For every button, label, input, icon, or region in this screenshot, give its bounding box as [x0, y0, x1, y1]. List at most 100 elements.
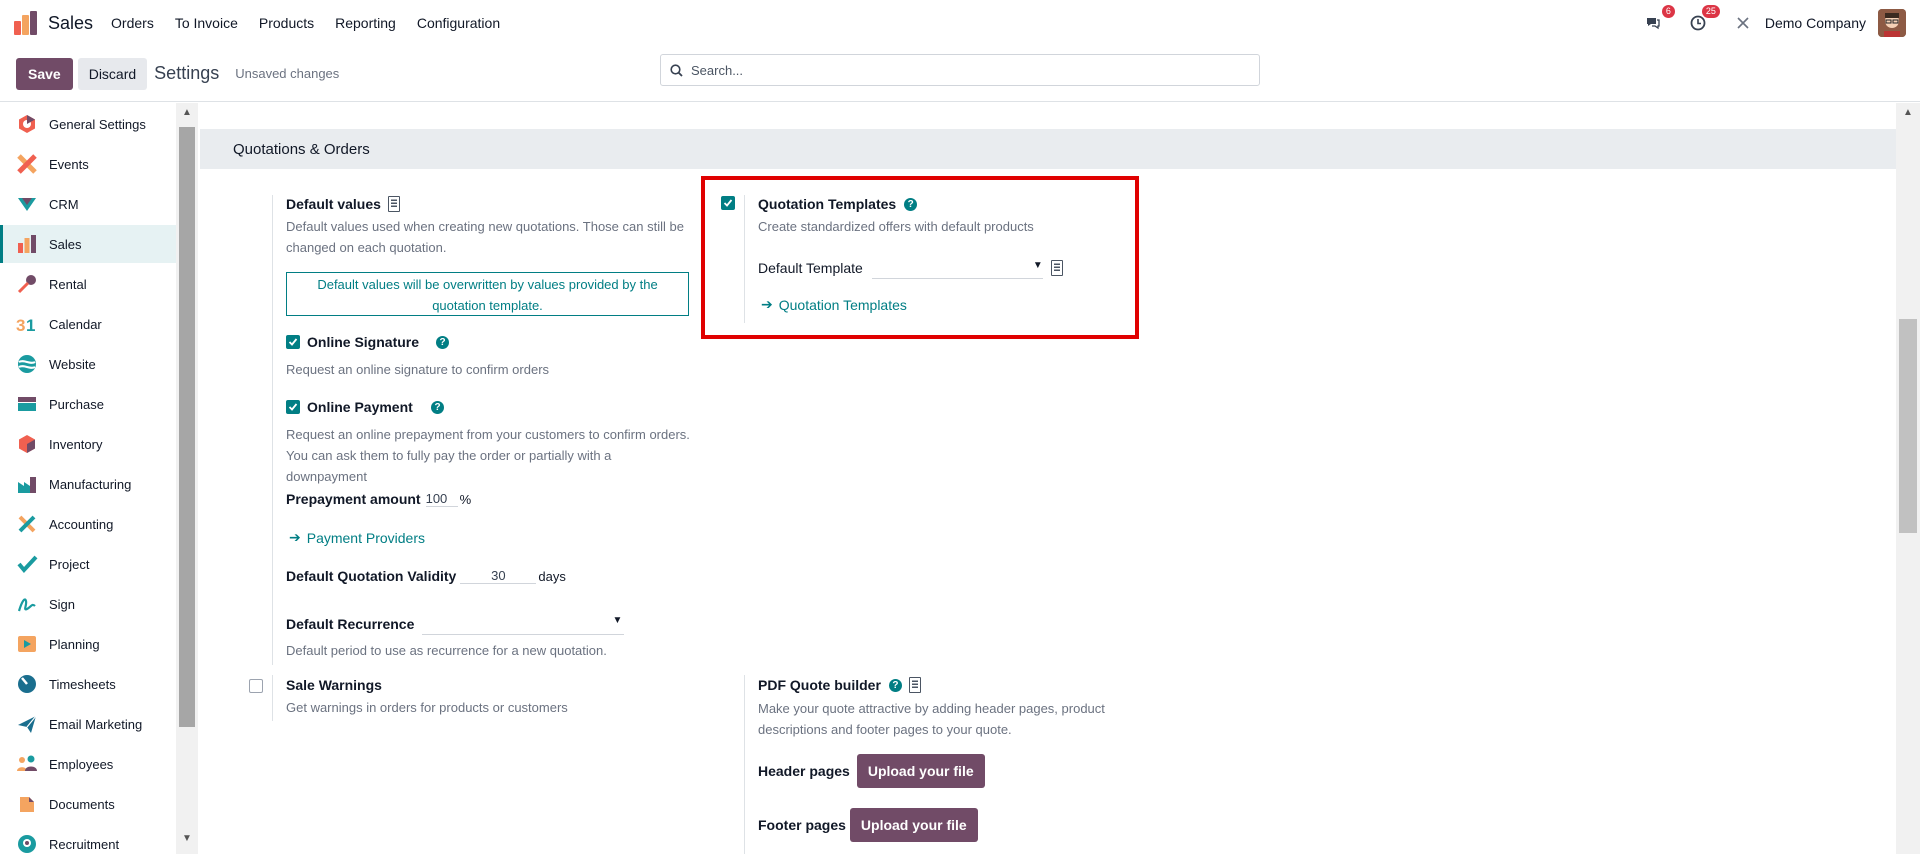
footer-pages-label: Footer pages	[758, 817, 846, 833]
manufacturing-icon	[18, 477, 36, 493]
scroll-up-icon[interactable]: ▲	[1903, 107, 1913, 118]
sale-warnings-label[interactable]: Sale Warnings	[286, 677, 382, 693]
validity-label: Default Quotation Validity	[286, 568, 457, 584]
sidebar-item-manufacturing[interactable]: Manufacturing	[0, 465, 176, 503]
tools-icon	[1737, 17, 1749, 29]
main-scroll-thumb[interactable]	[1899, 319, 1917, 533]
settings-sidebar: General Settings Events CRM Sales Rental…	[0, 103, 176, 854]
header-pages-row: Header pages Upload your file	[758, 754, 985, 788]
sidebar-item-general-settings[interactable]: General Settings	[0, 105, 176, 143]
sidebar-item-website[interactable]: Website	[0, 345, 176, 383]
sale-warnings-description: Get warnings in orders for products or c…	[286, 700, 568, 715]
save-button[interactable]: Save	[16, 57, 73, 90]
recurrence-row: Default Recurrence ▼	[286, 613, 625, 635]
sidebar-item-sales[interactable]: Sales	[0, 225, 176, 263]
messages-button[interactable]: 6	[1643, 5, 1675, 33]
company-switcher[interactable]: Demo Company	[1765, 15, 1866, 31]
online-signature-checkbox[interactable]	[286, 335, 300, 349]
menu-to-invoice[interactable]: To Invoice	[175, 15, 238, 31]
project-icon	[17, 555, 38, 574]
recurrence-select[interactable]: ▼	[422, 613, 625, 635]
timesheets-icon	[18, 675, 36, 693]
calendar-icon: 31	[16, 316, 35, 335]
search-bar[interactable]	[660, 54, 1260, 86]
search-icon	[670, 63, 683, 77]
sidebar-item-recruitment[interactable]: Recruitment	[0, 825, 176, 854]
crm-icon	[18, 198, 36, 211]
sidebar-item-events[interactable]: Events	[0, 145, 176, 183]
upload-footer-button[interactable]: Upload your file	[849, 808, 978, 842]
sidebar-item-inventory[interactable]: Inventory	[0, 425, 176, 463]
help-icon[interactable]: ?	[888, 678, 902, 692]
sidebar-item-timesheets[interactable]: Timesheets	[0, 665, 176, 703]
search-input[interactable]	[691, 62, 1251, 78]
validity-row: Default Quotation Validity 30 days	[286, 568, 566, 584]
sidebar-item-calendar[interactable]: 31 Calendar	[0, 305, 176, 343]
sidebar-item-email-marketing[interactable]: Email Marketing	[0, 705, 176, 743]
debug-tools-button[interactable]	[1733, 13, 1753, 33]
sidebar-item-planning[interactable]: Planning	[0, 625, 176, 663]
main-scrollbar[interactable]: ▲	[1896, 103, 1920, 854]
user-avatar[interactable]	[1878, 9, 1906, 37]
payment-providers-link[interactable]: ➔ Payment Providers	[289, 529, 425, 546]
default-values-label: Default values	[286, 196, 381, 212]
sidebar-scrollbar[interactable]: ▲ ▼	[176, 103, 198, 854]
help-icon[interactable]: ?	[436, 336, 449, 349]
menu-configuration[interactable]: Configuration	[417, 15, 500, 31]
menu-orders[interactable]: Orders	[111, 15, 154, 31]
chat-icon	[1646, 18, 1660, 30]
documents-icon	[20, 797, 34, 812]
prepayment-unit: %	[459, 491, 472, 507]
payment-providers-label: Payment Providers	[306, 529, 426, 546]
svg-text:3: 3	[16, 316, 25, 335]
inventory-icon	[19, 435, 35, 453]
online-payment-checkbox[interactable]	[286, 400, 300, 414]
menu-reporting[interactable]: Reporting	[335, 15, 396, 31]
help-icon[interactable]: ?	[431, 401, 444, 414]
activities-button[interactable]: 25	[1688, 5, 1720, 33]
sidebar-item-employees[interactable]: Employees	[0, 745, 176, 783]
sale-warnings-checkbox[interactable]	[249, 679, 263, 693]
recurrence-label: Default Recurrence	[286, 616, 415, 632]
online-payment-label[interactable]: Online Payment	[307, 399, 413, 415]
pdf-builder-label: PDF Quote builder	[758, 677, 881, 693]
prepayment-input[interactable]: 100	[425, 491, 458, 507]
rental-icon	[17, 275, 36, 294]
sidebar-item-accounting[interactable]: Accounting	[0, 505, 176, 543]
checkmark-icon	[288, 338, 298, 346]
validity-unit: days	[538, 568, 566, 584]
employees-icon	[17, 755, 37, 771]
website-icon	[18, 355, 36, 373]
sidebar-item-project[interactable]: Project	[0, 545, 176, 583]
online-signature-description: Request an online signature to confirm o…	[286, 362, 550, 377]
general-settings-icon	[19, 115, 35, 133]
sidebar-item-crm[interactable]: CRM	[0, 185, 176, 223]
online-signature-label[interactable]: Online Signature	[307, 334, 419, 350]
sidebar-item-sign[interactable]: Sign	[0, 585, 176, 623]
footer-pages-row: Footer pages Upload your file	[758, 808, 978, 842]
scroll-down-icon[interactable]: ▼	[182, 833, 192, 844]
default-values-header: Default values	[286, 196, 400, 212]
sidebar-item-purchase[interactable]: Purchase	[0, 385, 176, 423]
activities-count-badge: 25	[1701, 5, 1720, 18]
discard-button[interactable]: Discard	[77, 57, 148, 90]
section-header: Quotations & Orders	[200, 129, 1896, 169]
planning-icon	[18, 636, 36, 652]
top-navbar: Sales Orders To Invoice Products Reporti…	[0, 0, 1920, 46]
recruitment-icon	[18, 835, 36, 853]
sidebar-scroll-thumb[interactable]	[179, 127, 195, 727]
company-building-icon	[908, 677, 921, 693]
online-payment-description: Request an online prepayment from your c…	[286, 427, 690, 484]
events-icon	[17, 154, 37, 174]
scroll-up-icon[interactable]: ▲	[182, 107, 192, 118]
checkmark-icon	[288, 403, 298, 411]
app-title: Sales	[48, 12, 94, 33]
highlight-box	[701, 176, 1139, 339]
menu-products[interactable]: Products	[259, 15, 314, 31]
brand[interactable]: Sales	[14, 11, 111, 35]
sidebar-item-rental[interactable]: Rental	[0, 265, 176, 303]
validity-input[interactable]: 30	[460, 568, 537, 584]
sidebar-item-documents[interactable]: Documents	[0, 785, 176, 823]
left-divider	[272, 195, 273, 665]
upload-header-button[interactable]: Upload your file	[856, 754, 985, 788]
